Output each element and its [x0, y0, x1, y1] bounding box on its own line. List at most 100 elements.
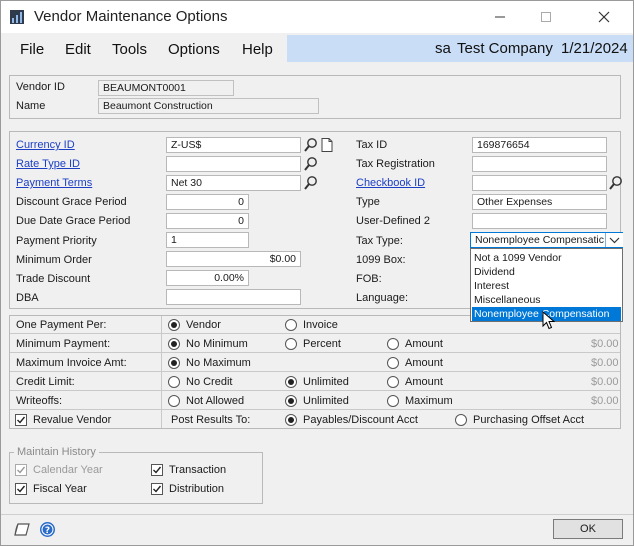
- credit-limit-label: Credit Limit:: [16, 376, 75, 388]
- min-payment-percent-radio[interactable]: [285, 338, 297, 350]
- svg-text:?: ?: [45, 526, 50, 536]
- tax-id-field[interactable]: 169876654: [472, 137, 607, 153]
- checkmark-icon: [17, 485, 26, 493]
- payment-terms-field[interactable]: Net 30: [166, 175, 301, 191]
- lookup-icon[interactable]: [303, 156, 319, 172]
- footer-divider: [1, 514, 633, 515]
- maximize-button[interactable]: [523, 1, 569, 33]
- fiscal-year-checkbox[interactable]: [15, 483, 27, 495]
- dropdown-option[interactable]: Miscellaneous: [472, 293, 621, 307]
- one-payment-per-label: One Payment Per:: [16, 319, 107, 331]
- user-defined-2-field[interactable]: [472, 213, 607, 229]
- lookup-icon[interactable]: [303, 175, 319, 191]
- checkmark-icon: [17, 416, 26, 424]
- max-invoice-amount-label: Amount: [405, 357, 443, 369]
- user-date: 1/21/2024: [561, 40, 628, 57]
- minimize-icon: [495, 16, 505, 18]
- revalue-vendor-checkbox[interactable]: [15, 414, 27, 426]
- dropdown-option[interactable]: Interest: [472, 279, 621, 293]
- minimize-button[interactable]: [477, 1, 523, 33]
- tax-type-select[interactable]: Nonemployee Compensatic: [470, 232, 623, 248]
- max-invoice-no-maximum-radio[interactable]: [168, 357, 180, 369]
- one-payment-invoice-radio[interactable]: [285, 319, 297, 331]
- row-divider: [10, 371, 620, 372]
- distribution-checkbox[interactable]: [151, 483, 163, 495]
- trade-discount-label: Trade Discount: [16, 273, 91, 285]
- vendor-name-field: Beaumont Construction: [98, 98, 319, 114]
- revalue-vendor-label: Revalue Vendor: [33, 414, 112, 426]
- menu-options[interactable]: Options: [168, 41, 220, 58]
- checkbook-id-link[interactable]: Checkbook ID: [356, 177, 425, 189]
- checkmark-icon: [153, 466, 162, 474]
- note-icon[interactable]: [319, 137, 335, 153]
- dropdown-option[interactable]: Dividend: [472, 265, 621, 279]
- maintain-history-group: [9, 452, 263, 504]
- due-date-grace-field[interactable]: 0: [166, 213, 249, 229]
- max-invoice-amount-value: $0.00: [591, 357, 619, 369]
- payment-priority-label: Payment Priority: [16, 235, 97, 247]
- one-payment-vendor-radio[interactable]: [168, 319, 180, 331]
- payment-priority-field[interactable]: 1: [166, 232, 249, 248]
- dba-field[interactable]: [166, 289, 301, 305]
- notes-icon[interactable]: [13, 521, 33, 539]
- maintain-history-title: Maintain History: [14, 446, 99, 458]
- ok-button[interactable]: OK: [553, 519, 623, 539]
- post-purchasing-offset-radio[interactable]: [455, 414, 467, 426]
- currency-id-field[interactable]: Z-US$: [166, 137, 301, 153]
- menu-tools[interactable]: Tools: [112, 41, 147, 58]
- currency-id-link[interactable]: Currency ID: [16, 139, 75, 151]
- writeoffs-unlimited-radio[interactable]: [285, 395, 297, 407]
- transaction-checkbox[interactable]: [151, 464, 163, 476]
- distribution-label: Distribution: [169, 483, 225, 495]
- checkmark-icon: [153, 485, 162, 493]
- min-payment-no-minimum-radio[interactable]: [168, 338, 180, 350]
- user-defined-2-label: User-Defined 2: [356, 215, 430, 227]
- row-divider: [10, 333, 620, 334]
- writeoffs-not-allowed-label: Not Allowed: [186, 395, 245, 407]
- row-divider: [10, 409, 620, 410]
- checkbook-id-field[interactable]: [472, 175, 607, 191]
- credit-limit-amount-value: $0.00: [591, 376, 619, 388]
- minimum-order-field[interactable]: $0.00: [166, 251, 301, 267]
- discount-grace-field[interactable]: 0: [166, 194, 249, 210]
- menu-edit[interactable]: Edit: [65, 41, 91, 58]
- writeoffs-unlimited-label: Unlimited: [303, 395, 349, 407]
- rate-type-id-field[interactable]: [166, 156, 301, 172]
- window-title: Vendor Maintenance Options: [34, 8, 228, 25]
- language-label: Language:: [356, 292, 408, 304]
- credit-limit-no-credit-label: No Credit: [186, 376, 233, 388]
- credit-limit-unlimited-radio[interactable]: [285, 376, 297, 388]
- discount-grace-label: Discount Grace Period: [16, 196, 127, 208]
- tax-registration-field[interactable]: [472, 156, 607, 172]
- tax-type-dropdown-button[interactable]: [605, 233, 623, 247]
- type-label: Type: [356, 196, 380, 208]
- row-divider: [10, 352, 620, 353]
- min-payment-amount-value: $0.00: [591, 338, 619, 350]
- credit-limit-amount-radio[interactable]: [387, 376, 399, 388]
- user-name: sa: [435, 40, 451, 57]
- lookup-icon[interactable]: [303, 137, 319, 153]
- row-divider: [10, 390, 620, 391]
- post-payables-discount-radio[interactable]: [285, 414, 297, 426]
- max-invoice-amount-radio[interactable]: [387, 357, 399, 369]
- vendor-name-label: Name: [16, 100, 46, 112]
- menu-file[interactable]: File: [20, 41, 44, 58]
- writeoffs-not-allowed-radio[interactable]: [168, 395, 180, 407]
- type-field[interactable]: Other Expenses: [472, 194, 607, 210]
- 1099-box-label: 1099 Box:: [356, 254, 406, 266]
- close-button[interactable]: [581, 1, 627, 33]
- help-icon[interactable]: ?: [39, 521, 56, 538]
- min-payment-percent-label: Percent: [303, 338, 341, 350]
- payment-terms-link[interactable]: Payment Terms: [16, 177, 92, 189]
- dropdown-option[interactable]: Not a 1099 Vendor: [472, 251, 621, 265]
- menu-help[interactable]: Help: [242, 41, 273, 58]
- writeoffs-maximum-radio[interactable]: [387, 395, 399, 407]
- credit-limit-no-credit-radio[interactable]: [168, 376, 180, 388]
- min-payment-no-minimum-label: No Minimum: [186, 338, 248, 350]
- min-payment-amount-radio[interactable]: [387, 338, 399, 350]
- lookup-icon[interactable]: [608, 175, 624, 191]
- trade-discount-field[interactable]: 0.00%: [166, 270, 249, 286]
- post-results-to-label: Post Results To:: [171, 414, 251, 426]
- rate-type-id-link[interactable]: Rate Type ID: [16, 158, 80, 170]
- tax-type-label: Tax Type:: [356, 235, 403, 247]
